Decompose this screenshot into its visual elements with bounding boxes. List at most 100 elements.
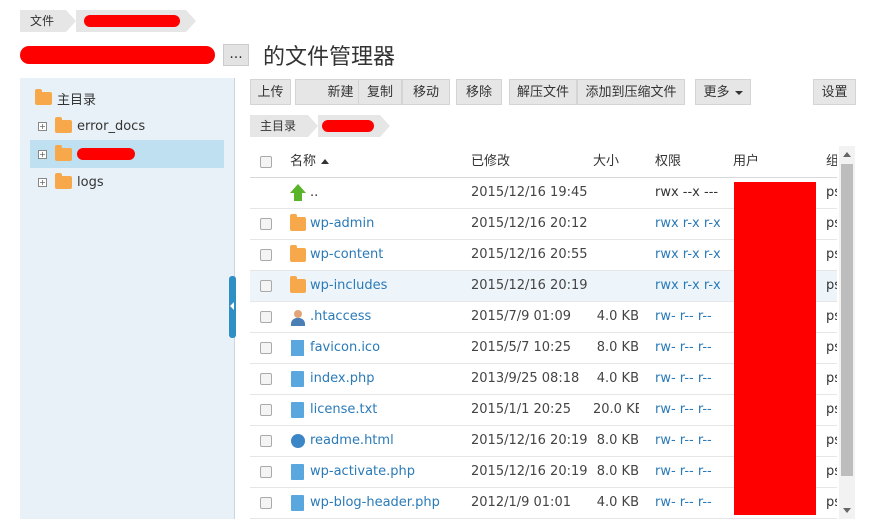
scroll-up-icon[interactable] — [843, 152, 851, 157]
file-size: 20.0 KB — [593, 402, 639, 417]
breadcrumb-root-label: 文件 — [30, 14, 55, 28]
file-name[interactable]: .htaccess — [310, 302, 371, 332]
folder-icon — [290, 276, 306, 293]
file-name-link[interactable]: wp-content — [310, 247, 383, 262]
path-breadcrumb: 主目录 — [250, 115, 391, 137]
extract-button[interactable]: 解压文件 — [509, 79, 577, 105]
file-permissions[interactable]: rw- r-- r-- — [655, 302, 712, 332]
file-name[interactable]: wp-admin — [310, 209, 374, 239]
file-permissions[interactable]: rw- r-- r-- — [655, 333, 712, 363]
more-options-button[interactable]: ... — [223, 44, 249, 66]
file-permissions[interactable]: rw- r-- r-- — [655, 488, 712, 518]
more-button[interactable]: 更多 — [695, 79, 751, 105]
file-group: ps — [826, 464, 837, 479]
file-permissions[interactable]: rw- r-- r-- — [655, 364, 712, 394]
column-user[interactable]: 用户 — [733, 146, 759, 178]
file-permissions[interactable]: rw- r-- r-- — [655, 395, 712, 425]
file-group: ps — [826, 185, 837, 200]
file-name[interactable]: wp-activate.php — [310, 457, 415, 487]
file-name[interactable]: wp-content — [310, 240, 383, 270]
file-name[interactable]: license.txt — [310, 395, 377, 425]
breadcrumb-root[interactable]: 文件 — [20, 10, 77, 32]
file-modified: 2015/5/7 10:25 — [471, 340, 571, 355]
row-checkbox[interactable] — [260, 342, 272, 354]
expand-icon[interactable]: + — [38, 149, 47, 159]
file-group: ps — [826, 433, 837, 448]
settings-button[interactable]: 设置 — [813, 79, 856, 105]
remove-button[interactable]: 移除 — [456, 79, 502, 105]
file-size: 4.0 KB — [596, 495, 639, 510]
file-name-link[interactable]: license.txt — [310, 402, 377, 417]
document-icon — [291, 402, 304, 418]
path-root-label: 主目录 — [260, 119, 297, 133]
tree-item-label: logs — [77, 174, 104, 190]
page-title: 的文件管理器 — [263, 45, 396, 70]
sort-ascending-icon — [321, 159, 330, 164]
scroll-thumb[interactable] — [841, 164, 853, 476]
tree-item-error-docs[interactable]: + error_docs — [20, 112, 234, 140]
file-permissions[interactable]: rwx r-x r-x — [655, 240, 721, 270]
file-name[interactable]: readme.html — [310, 426, 394, 456]
file-size — [593, 271, 639, 301]
file-name-link[interactable]: index.php — [310, 371, 374, 386]
file-size: 8.0 KB — [596, 433, 639, 448]
row-checkbox[interactable] — [260, 249, 272, 261]
expand-icon[interactable]: + — [38, 121, 47, 131]
tree-root[interactable]: 主目录 — [20, 84, 234, 112]
vertical-scrollbar[interactable] — [839, 146, 855, 519]
file-name[interactable]: wp-includes — [310, 271, 387, 301]
panel-collapse-handle[interactable] — [229, 276, 236, 338]
folder-icon — [55, 116, 72, 133]
row-checkbox[interactable] — [260, 435, 272, 447]
move-button[interactable]: 移动 — [402, 79, 450, 105]
column-group[interactable]: 组 — [826, 146, 837, 178]
file-name-link[interactable]: readme.html — [310, 433, 394, 448]
column-name[interactable]: 名称 — [290, 146, 330, 178]
file-name-link[interactable]: wp-includes — [310, 278, 387, 293]
file-name-link[interactable]: .htaccess — [310, 309, 371, 324]
file-name-link[interactable]: wp-blog-header.php — [310, 495, 440, 510]
file-name[interactable]: index.php — [310, 364, 374, 394]
file-group: ps — [826, 495, 837, 510]
folder-icon — [55, 172, 72, 189]
file-permissions[interactable]: rwx r-x r-x — [655, 209, 721, 239]
row-checkbox[interactable] — [260, 218, 272, 230]
file-name-text: .. — [310, 185, 319, 200]
tree-item-logs[interactable]: + logs — [20, 168, 234, 196]
tree-item-selected[interactable]: + — [30, 140, 224, 168]
file-name-link[interactable]: wp-admin — [310, 216, 374, 231]
column-modified[interactable]: 已修改 — [471, 146, 510, 178]
file-permissions[interactable]: rwx r-x r-x — [655, 271, 721, 301]
folder-icon — [290, 214, 306, 231]
redacted-user-column — [734, 182, 816, 515]
upload-button[interactable]: 上传 — [250, 79, 291, 105]
file-name-link[interactable]: favicon.ico — [310, 340, 380, 355]
row-checkbox[interactable] — [260, 404, 272, 416]
select-all-checkbox[interactable] — [260, 156, 272, 168]
path-current[interactable] — [318, 115, 391, 137]
copy-button[interactable]: 复制 — [358, 79, 402, 105]
column-permissions[interactable]: 权限 — [655, 146, 681, 178]
scroll-down-icon[interactable] — [843, 508, 851, 513]
file-size: 8.0 KB — [596, 340, 639, 355]
row-checkbox[interactable] — [260, 466, 272, 478]
row-checkbox[interactable] — [260, 311, 272, 323]
file-permissions[interactable]: rw- r-- r-- — [655, 426, 712, 456]
chevron-down-icon — [734, 90, 743, 95]
file-name[interactable]: favicon.ico — [310, 333, 380, 363]
file-permissions[interactable]: rw- r-- r-- — [655, 457, 712, 487]
document-icon — [291, 371, 304, 387]
row-checkbox[interactable] — [260, 497, 272, 509]
path-root[interactable]: 主目录 — [250, 115, 319, 137]
column-size[interactable]: 大小 — [593, 146, 619, 178]
redacted-mark — [84, 15, 181, 27]
file-name[interactable]: wp-blog-header.php — [310, 488, 440, 518]
file-name-link[interactable]: wp-activate.php — [310, 464, 415, 479]
file-group: ps — [826, 278, 837, 293]
breadcrumb-redacted[interactable] — [76, 10, 197, 32]
row-checkbox[interactable] — [260, 373, 272, 385]
expand-icon[interactable]: + — [38, 177, 47, 187]
row-checkbox[interactable] — [260, 280, 272, 292]
add-to-archive-button[interactable]: 添加到压缩文件 — [577, 79, 685, 105]
title-row: ... 的文件管理器 — [20, 38, 395, 72]
